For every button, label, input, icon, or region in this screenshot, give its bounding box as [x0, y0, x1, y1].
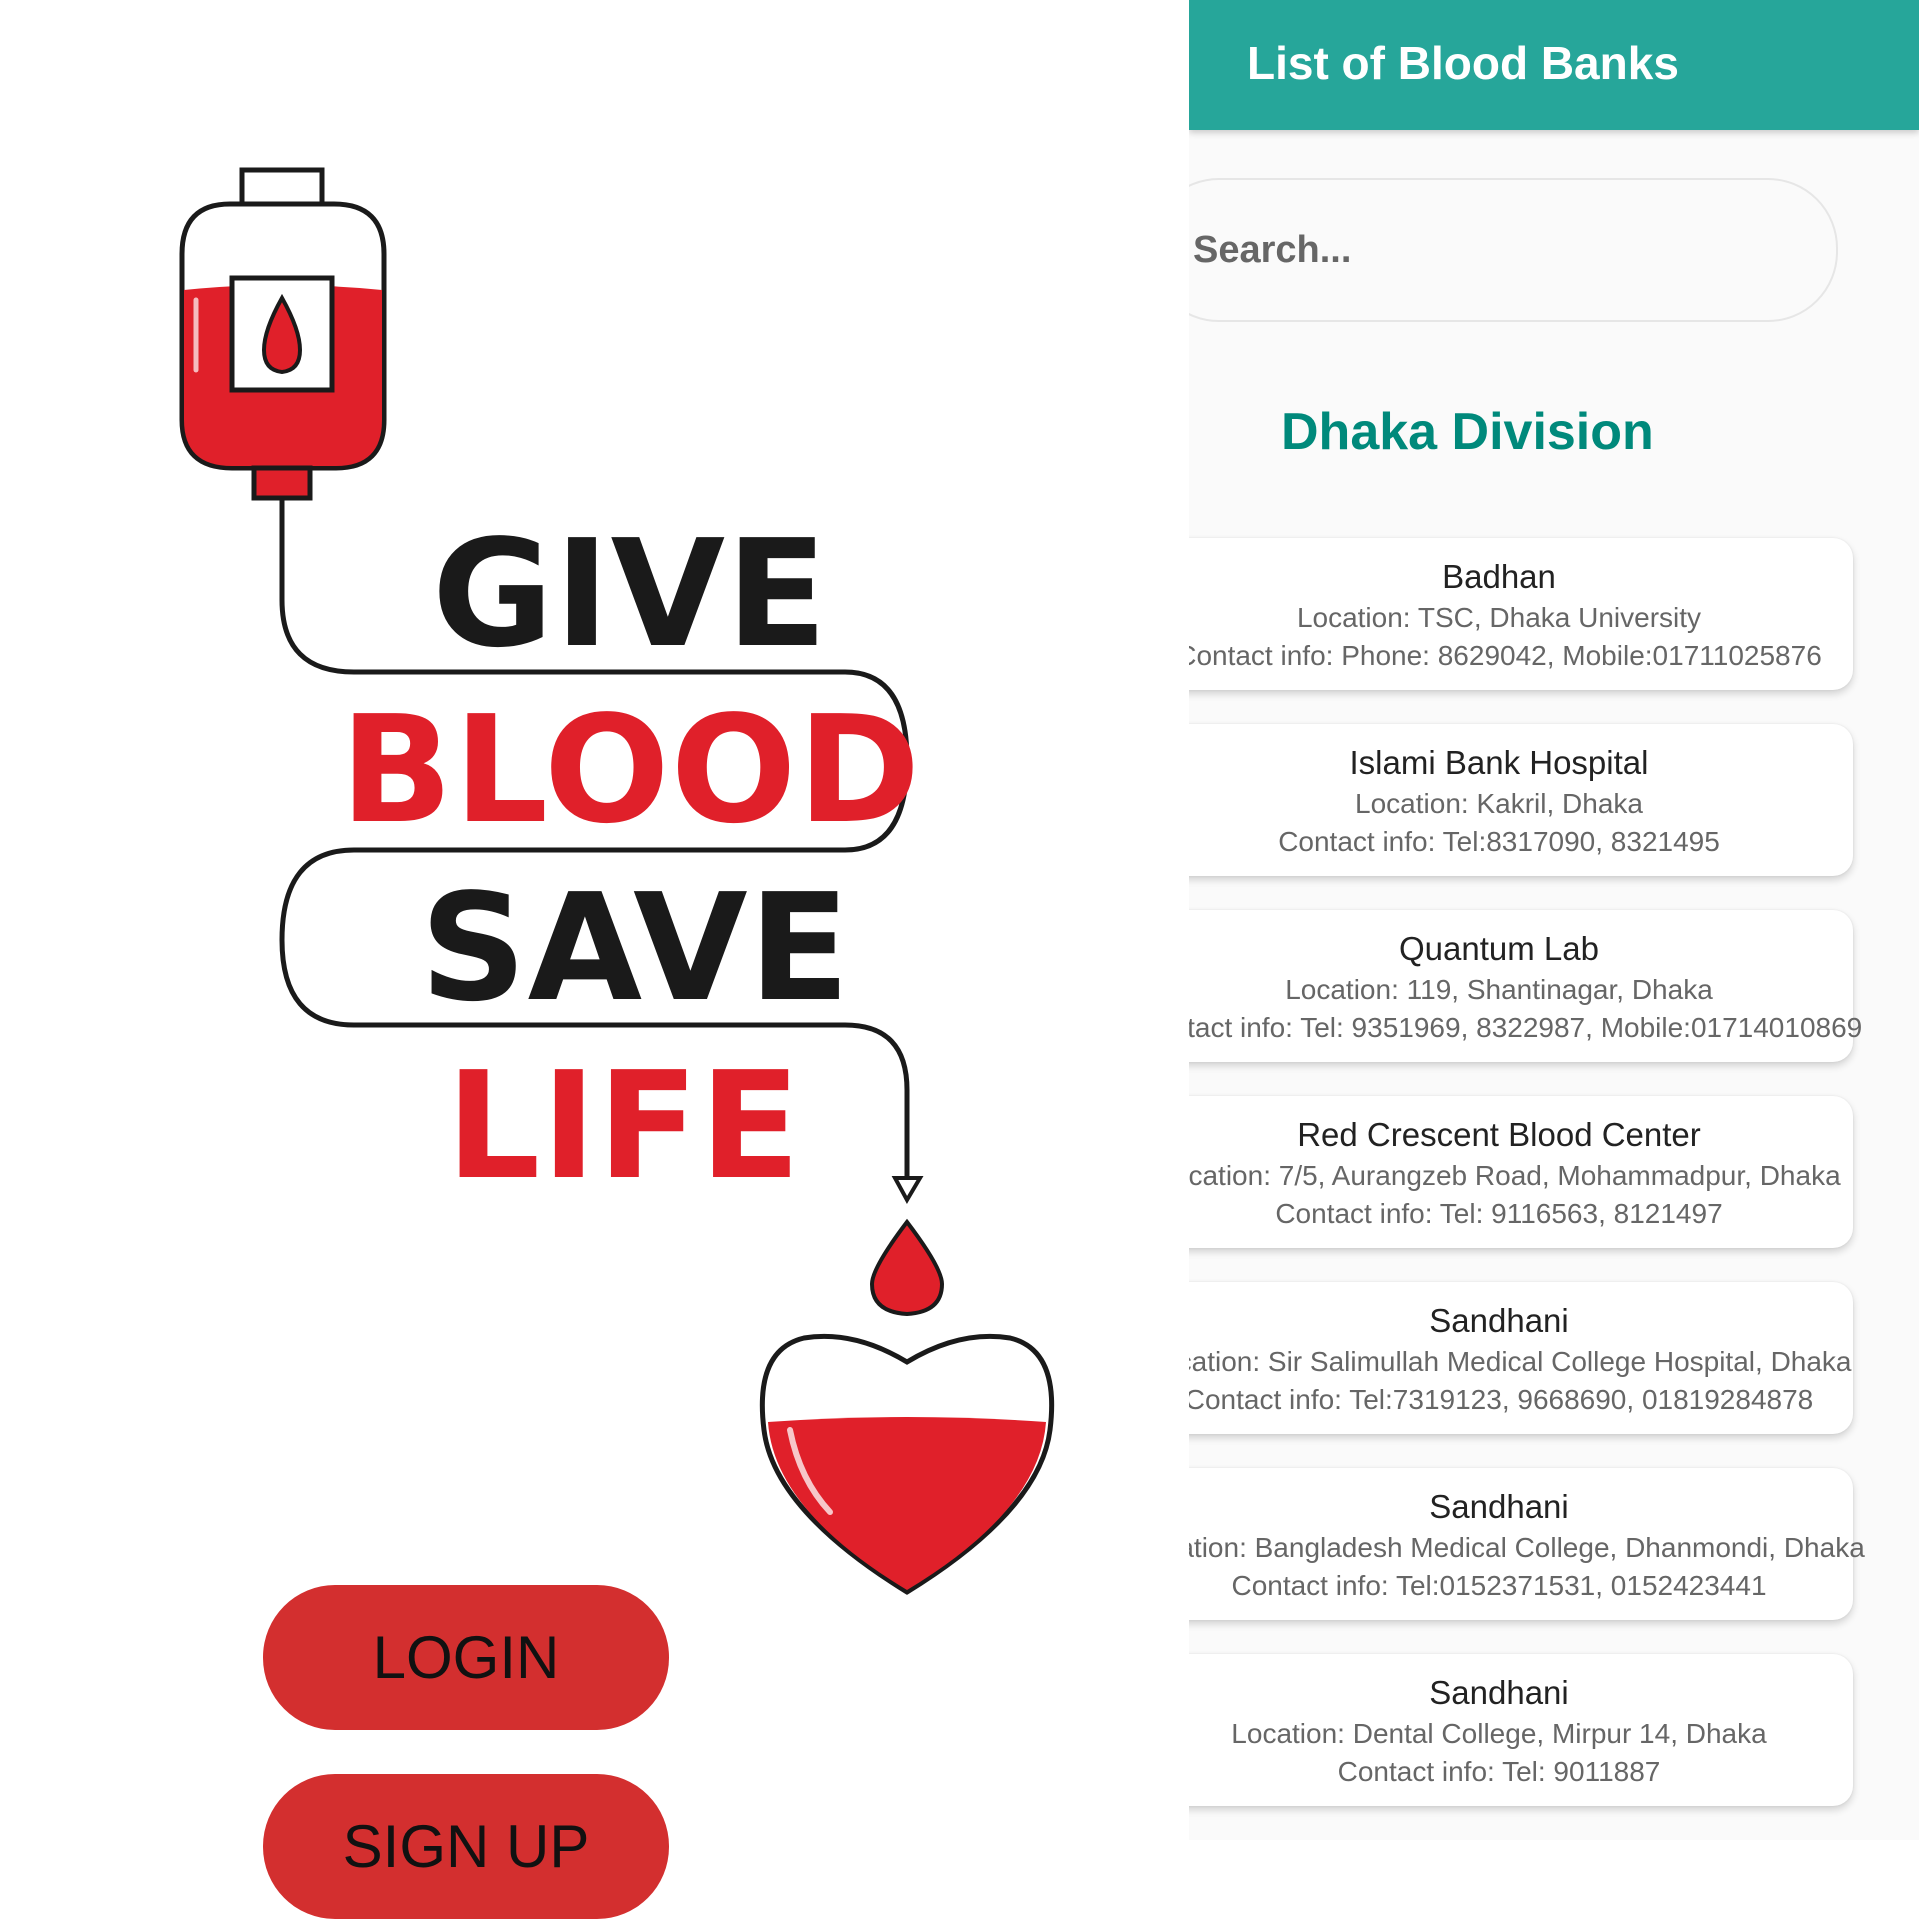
blood-bank-contact: Contact info: Tel: 9116563, 8121497 — [1275, 1198, 1723, 1229]
login-button[interactable]: LOGIN — [263, 1585, 669, 1730]
blood-bank-name: Quantum Lab — [1399, 930, 1599, 967]
blood-bank-card[interactable]: Islami Bank Hospital Location: Kakril, Dh… — [1189, 724, 1853, 876]
blood-bank-card[interactable]: Red Crescent Blood Center Location: 7/5, … — [1189, 1096, 1853, 1248]
heart-icon — [759, 1333, 1055, 1595]
blood-banks-screen: List of Blood Banks Dhaka Division Badha… — [1189, 0, 1919, 1840]
blood-bank-contact: Contact info: Tel: 9011887 — [1337, 1756, 1661, 1787]
blood-bank-card[interactable]: Quantum Lab Location: 119, Shantinagar, D… — [1189, 910, 1862, 1062]
blood-bank-contact: Contact info: Tel:0152371531, 0152423441 — [1231, 1570, 1767, 1601]
blood-bank-location: Location: Sir Salimullah Medical College… — [1189, 1346, 1852, 1377]
page-title: List of Blood Banks — [1247, 37, 1679, 89]
blood-bank-card[interactable]: Badhan Location: TSC, Dhaka University Con… — [1189, 538, 1853, 690]
search-bar[interactable] — [1189, 178, 1838, 322]
slogan-give: GIVE — [432, 508, 829, 680]
blood-bank-card[interactable]: Sandhani Location: Sir Salimullah Medical… — [1189, 1282, 1853, 1434]
blood-bank-location: Location: Kakril, Dhaka — [1355, 788, 1643, 819]
blood-bank-contact: Contact info: Tel:7319123, 9668690, 0181… — [1189, 1384, 1814, 1415]
blood-drop-icon — [869, 1218, 945, 1317]
blood-bank-contact: Contact info: Tel:8317090, 8321495 — [1278, 826, 1720, 857]
slogan-blood: BLOOD — [340, 684, 922, 856]
blood-bank-name: Islami Bank Hospital — [1349, 744, 1649, 781]
signup-button[interactable]: SIGN UP — [263, 1774, 669, 1919]
blood-bank-location: Location: Dental College, Mirpur 14, Dha… — [1231, 1718, 1767, 1749]
blood-bank-contact: Contact info: Tel: 9351969, 8322987, Mob… — [1189, 1012, 1863, 1043]
blood-bank-location: Location: 7/5, Aurangzeb Road, Mohammadp… — [1189, 1160, 1841, 1191]
blood-bank-contact: Contact info: Phone: 8629042, Mobile:017… — [1189, 640, 1822, 671]
blood-bank-name: Red Crescent Blood Center — [1297, 1116, 1701, 1153]
search-input[interactable] — [1191, 224, 1755, 276]
blood-bank-card[interactable]: Sandhani Location: Dental College, Mirpur… — [1189, 1654, 1853, 1806]
welcome-screen: GIVE BLOOD SAVE LIFE LOGIN SIGN UP — [0, 0, 1185, 1919]
blood-bank-name: Sandhani — [1429, 1302, 1569, 1339]
slogan-life: LIFE — [446, 1040, 802, 1212]
blood-bank-name: Sandhani — [1429, 1488, 1569, 1525]
app-bar: List of Blood Banks — [1189, 0, 1919, 130]
blood-bank-location: Location: Bangladesh Medical College, Dh… — [1189, 1532, 1865, 1563]
slogan-save: SAVE — [420, 862, 851, 1034]
blood-bag-icon — [179, 167, 387, 501]
blood-bank-name: Sandhani — [1429, 1674, 1569, 1711]
blood-bank-location: Location: TSC, Dhaka University — [1296, 602, 1702, 633]
blood-bank-card[interactable]: Sandhani Location: Bangladesh Medical Col… — [1189, 1468, 1865, 1620]
blood-bank-name: Badhan — [1442, 558, 1556, 595]
division-heading: Dhaka Division — [1281, 403, 1654, 461]
blood-bank-location: Location: 119, Shantinagar, Dhaka — [1285, 974, 1713, 1005]
